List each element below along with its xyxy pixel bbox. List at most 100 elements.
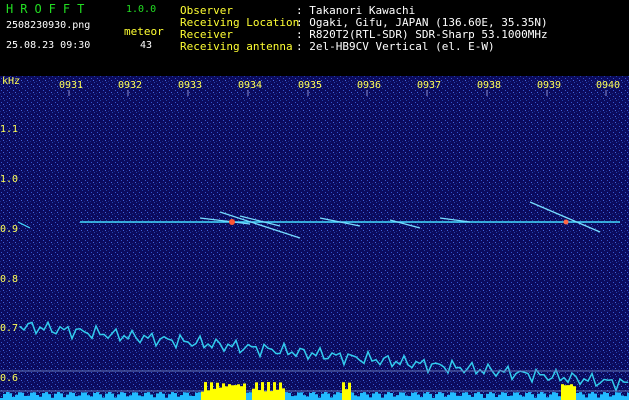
signal-bar [162, 393, 165, 400]
signal-bar [390, 393, 393, 400]
signal-bar [372, 393, 375, 400]
signal-bar [156, 393, 159, 400]
signal-bar [33, 392, 36, 400]
signal-bar [537, 393, 540, 400]
signal-bar [96, 392, 99, 400]
x-tick-0935: 0935 [298, 80, 323, 91]
signal-bar [366, 394, 369, 400]
signal-bar [480, 394, 483, 400]
signal-bar [324, 392, 327, 400]
signal-bar [552, 392, 555, 400]
signal-bar [594, 393, 597, 400]
signal-bar [210, 382, 213, 400]
signal-bar [282, 388, 285, 400]
signal-bar [549, 394, 552, 400]
signal-bar [231, 385, 234, 400]
signal-bar [489, 392, 492, 400]
app-name: HROFFT [6, 2, 92, 16]
signal-bar [519, 395, 522, 400]
signal-bar [225, 386, 228, 400]
signal-bar [168, 394, 171, 400]
signal-bar [69, 392, 72, 400]
signal-bar [414, 392, 417, 400]
signal-bar [462, 392, 465, 400]
signal-bar [438, 392, 441, 400]
signal-bar [213, 388, 216, 400]
file-datetime: 25.08.23 09:30 [6, 40, 91, 51]
signal-bar [126, 396, 129, 400]
signal-bar [228, 384, 231, 400]
signal-bar [9, 393, 12, 400]
signal-bar [60, 393, 63, 400]
file-name: 2508230930.png [6, 20, 91, 31]
signal-bar [315, 394, 318, 400]
y-tick-0-7: 0.7 [0, 323, 19, 334]
signal-bar [270, 391, 273, 400]
signal-bar [357, 396, 360, 400]
signal-bar [279, 382, 282, 400]
signal-bar [255, 382, 258, 400]
meteor-count: 43 [140, 40, 153, 51]
signal-bar [468, 394, 471, 400]
signal-bar [261, 382, 264, 400]
signal-bar [300, 392, 303, 400]
signal-bar [141, 396, 144, 400]
x-tick-0938: 0938 [477, 80, 502, 91]
spectrogram [0, 76, 629, 400]
signal-bar [579, 392, 582, 400]
signal-bar [306, 396, 309, 400]
signal-bar [90, 396, 93, 400]
signal-bar [543, 393, 546, 400]
signal-bar [78, 395, 81, 400]
signal-bar [186, 392, 189, 400]
signal-bar [450, 392, 453, 400]
signal-bar [48, 394, 51, 400]
signal-bar [501, 392, 504, 400]
signal-bar [201, 391, 204, 400]
signal-bar [441, 393, 444, 400]
signal-bar [513, 392, 516, 400]
signal-bar [111, 393, 114, 400]
signal-bar [363, 392, 366, 400]
signal-bar [3, 393, 6, 400]
signal-bar [384, 394, 387, 400]
signal-bar [525, 393, 528, 400]
signal-bar [45, 392, 48, 400]
signal-bar [459, 395, 462, 400]
signal-bar [417, 394, 420, 400]
signal-bar [333, 394, 336, 400]
x-tick-0936: 0936 [357, 80, 382, 91]
signal-bar [327, 393, 330, 400]
signal-bar [453, 392, 456, 400]
signal-bar [15, 394, 18, 400]
signal-bar [474, 393, 477, 400]
signal-bar [603, 392, 606, 400]
signal-bar [249, 392, 252, 400]
signal-bar [147, 392, 150, 400]
signal-bar [522, 396, 525, 400]
signal-bar [30, 392, 33, 400]
y-unit-label: kHz [2, 76, 21, 87]
signal-bar [528, 392, 531, 400]
signal-bar [351, 392, 354, 400]
signal-bar [66, 394, 69, 400]
x-tick-0931: 0931 [59, 80, 84, 91]
y-tick-0-8: 0.8 [0, 274, 19, 285]
signal-bar [204, 382, 207, 400]
signal-bar [222, 383, 225, 400]
signal-bar [174, 393, 177, 400]
signal-bar [615, 392, 618, 400]
signal-bar [21, 392, 24, 400]
signal-bar [411, 392, 414, 400]
signal-bar [567, 385, 570, 400]
signal-bar [477, 392, 480, 400]
signal-bar [396, 395, 399, 400]
signal-bar [486, 393, 489, 400]
signal-bar [258, 390, 261, 400]
signal-bar [219, 387, 222, 400]
signal-bar [240, 386, 243, 400]
signal-bar [87, 395, 90, 400]
x-tick-0937: 0937 [417, 80, 442, 91]
signal-bar [291, 396, 294, 400]
signal-bar [447, 394, 450, 400]
